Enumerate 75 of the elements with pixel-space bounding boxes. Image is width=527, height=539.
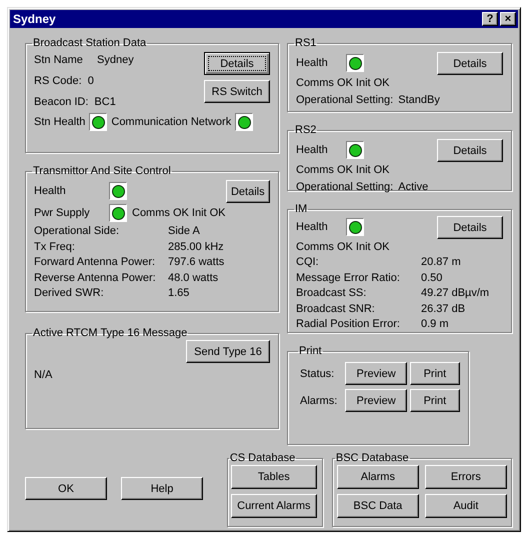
field-label: Derived SWR: xyxy=(34,286,105,301)
database-button[interactable]: Audit xyxy=(424,494,507,518)
preview-button[interactable]: Preview xyxy=(345,389,407,412)
database-button[interactable]: BSC Data xyxy=(336,494,419,518)
field-label: Operational Side: xyxy=(34,224,120,239)
field-label: Alarms: xyxy=(300,394,338,406)
field-value: Side A xyxy=(168,224,200,239)
group-title: BSC Database xyxy=(334,451,410,465)
database-button[interactable]: Alarms xyxy=(336,465,419,489)
message-text: N/A xyxy=(34,369,54,381)
print-button[interactable]: Print xyxy=(410,389,460,412)
status-text: Comms OK Init OK xyxy=(296,163,391,178)
database-button[interactable]: Current Alarms xyxy=(230,494,317,518)
field-label: RS Code: xyxy=(34,74,82,89)
field-label: Radial Position Error: xyxy=(296,317,401,332)
field-value: 0.9 m xyxy=(421,317,449,332)
group-title: RS1 xyxy=(294,36,318,50)
field-label: Pwr Supply xyxy=(34,207,91,219)
details-button[interactable]: Details xyxy=(437,139,503,162)
field-value: Active xyxy=(398,181,428,193)
status-text: Comms OK Init OK xyxy=(296,240,391,255)
field-value: 48.0 watts xyxy=(168,270,218,286)
send-button[interactable]: Send Type 16 xyxy=(186,340,270,363)
field-label: Broadcast SS: xyxy=(296,286,368,301)
field-label: Tx Freq: xyxy=(34,240,76,254)
details-button[interactable]: Details xyxy=(437,216,503,239)
group-title: RS2 xyxy=(294,123,318,137)
rs-switch-button[interactable]: RS Switch xyxy=(204,80,270,103)
field-label: Health xyxy=(296,57,329,69)
field-value: Sydney xyxy=(97,54,134,66)
field-value: 26.37 dB xyxy=(421,302,466,316)
status-text: Comms OK Init OK xyxy=(296,76,391,91)
group-title: Transmittor And Site Control xyxy=(32,164,172,178)
details-button[interactable]: Details xyxy=(204,52,270,75)
field-value: 20.87 m xyxy=(421,255,461,270)
field-label: CQI: xyxy=(296,255,320,270)
field-value: StandBy xyxy=(398,94,440,106)
field-label: Reverse Antenna Power: xyxy=(34,270,157,286)
field-label: Communication Network xyxy=(111,116,232,128)
field-value: 285.00 kHz xyxy=(168,240,224,254)
group-title: Broadcast Station Data xyxy=(32,36,148,50)
database-button[interactable]: Errors xyxy=(424,465,507,489)
field-value: 1.65 xyxy=(168,286,190,301)
field-label: Operational Setting: xyxy=(296,181,394,193)
group-title: Print xyxy=(298,344,323,358)
window-title: Sydney xyxy=(13,12,56,26)
status-text: Comms OK Init OK xyxy=(132,207,226,219)
preview-button[interactable]: Preview xyxy=(345,362,407,385)
field-value: 49.27 dBµv/m xyxy=(421,286,490,301)
close-button[interactable]: × xyxy=(500,12,516,26)
field-label: Broadcast SNR: xyxy=(296,302,376,316)
field-label: Stn Name xyxy=(34,53,84,68)
field-label: Forward Antenna Power: xyxy=(34,255,156,270)
print-button[interactable]: Print xyxy=(410,362,460,385)
field-label: Health xyxy=(34,185,67,197)
group-title: CS Database xyxy=(228,451,296,465)
details-button[interactable]: Details xyxy=(226,180,270,203)
field-label: Status: xyxy=(300,368,336,380)
details-button[interactable]: Details xyxy=(437,52,503,75)
field-label: Health xyxy=(296,221,329,233)
field-label: Beacon ID: xyxy=(34,95,88,110)
group-title: IM xyxy=(294,202,308,216)
field-value: 0 xyxy=(88,75,94,87)
ok-button[interactable]: OK xyxy=(25,477,107,500)
group-title: Active RTCM Type 16 Message xyxy=(32,326,188,340)
field-value: BC1 xyxy=(94,96,116,108)
help-button[interactable]: ? xyxy=(482,12,498,26)
field-value: 797.6 watts xyxy=(168,255,224,270)
field-label: Health xyxy=(296,144,329,156)
field-label: Operational Setting: xyxy=(296,94,394,106)
field-value: 0.50 xyxy=(421,270,442,286)
database-button[interactable]: Tables xyxy=(230,465,317,489)
field-label: Stn Health xyxy=(34,116,86,128)
help-button[interactable]: Help xyxy=(121,477,203,500)
field-label: Message Error Ratio: xyxy=(296,270,401,286)
